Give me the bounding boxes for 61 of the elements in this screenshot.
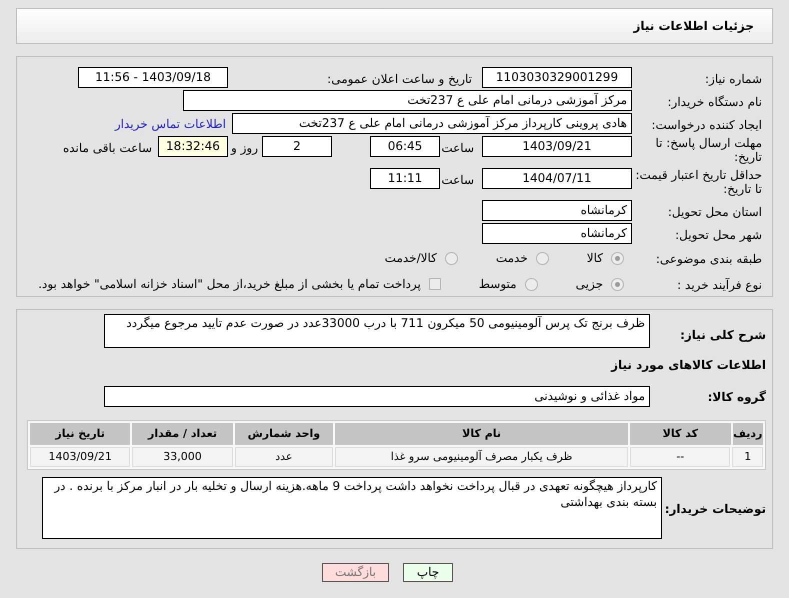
field-label: حداقل تاریخ اعتبار قیمت: تا تاریخ: xyxy=(635,168,762,196)
remaining-time-field: 18:32:46 xyxy=(158,136,228,157)
buyer-org-field: مرکز آموزشی درمانی امام علی ع 237تخت xyxy=(183,90,632,111)
deadline-time-field: 06:45 xyxy=(370,136,440,157)
field-label: گروه کالا: xyxy=(708,390,766,404)
table-cell: -- xyxy=(630,447,730,467)
print-button[interactable]: چاپ xyxy=(403,563,453,582)
buyer-notes-textarea[interactable]: کارپرداز هیچگونه تعهدی در قبال پرداخت نخواهد داشت پرداخت 9 ماهه.هزینه ارسال و تخلیه بار در انبار مرکز با برنده . در بسته بندی بهداشتی xyxy=(42,477,662,539)
field-label: جزیی xyxy=(576,276,603,293)
column-header: کد کالا xyxy=(630,423,730,445)
validity-time-field: 11:11 xyxy=(370,168,440,189)
description-textarea[interactable]: ظرف برنج تک پرس آلومینیومی 50 میکرون 711 با درب 33000عدد در صورت عدم تایید مرجوع میگردد xyxy=(104,314,650,348)
checkbox[interactable] xyxy=(428,278,441,290)
validity-date-field: 1404/07/11 xyxy=(482,168,632,189)
radio-button[interactable] xyxy=(524,278,538,290)
city-field: کرمانشاه xyxy=(482,223,632,244)
contact-link[interactable]: اطلاعات تماس خریدار xyxy=(114,114,226,132)
table-cell: 1403/09/21 xyxy=(30,447,130,467)
field-label: طبقه بندی موضوعی: xyxy=(656,252,762,266)
field-label: مهلت ارسال پاسخ: تا تاریخ: xyxy=(655,136,762,164)
page-title: جزئیات اطلاعات نیاز xyxy=(633,18,754,35)
requester-field: هادی پروینی کارپرداز مرکز آموزشی درمانی امام علی ع 237تخت xyxy=(232,113,632,134)
province-field: کرمانشاه xyxy=(482,200,632,221)
section-heading: اطلاعات کالاهای مورد نیاز xyxy=(611,357,766,374)
deadline-date-field: 1403/09/21 xyxy=(482,136,632,157)
radio-button[interactable] xyxy=(611,278,624,290)
field-label: پرداخت تمام یا بخشی از مبلغ خرید،از محل "اسناد خزانه اسلامی" خواهد بود. xyxy=(38,276,421,293)
field-label: شماره نیاز: xyxy=(705,72,762,86)
field-label: شرح کلی نیاز: xyxy=(680,328,766,342)
goods-group-field: مواد غذائی و نوشیدنی xyxy=(104,386,650,406)
radio-button[interactable] xyxy=(444,252,458,264)
field-label: تاریخ و ساعت اعلان عمومی: xyxy=(327,72,472,86)
column-header: تاریخ نیاز xyxy=(30,423,130,445)
field-label: شهر محل تحویل: xyxy=(675,228,762,242)
table-cell: عدد xyxy=(234,447,334,467)
back-button[interactable]: بازگشت xyxy=(322,563,389,582)
field-label: ساعت xyxy=(441,173,474,187)
table-cell: 33,000 xyxy=(132,447,233,467)
field-label: ساعت xyxy=(441,141,474,155)
field-label: ساعت باقی مانده xyxy=(62,141,152,155)
days-field: 2 xyxy=(262,136,332,157)
field-label: متوسط xyxy=(478,276,517,293)
announce-date-field: 1403/09/18 - 11:56 xyxy=(78,67,228,88)
field-label: استان محل تحویل: xyxy=(668,204,762,218)
need-number-field: 1103030329001299 xyxy=(482,67,632,88)
field-label: روز و xyxy=(231,141,258,155)
field-label: نوع فرآیند خرید : xyxy=(677,278,762,292)
field-label: ایجاد کننده درخواست: xyxy=(651,118,762,132)
column-header: واحد شمارش xyxy=(234,423,334,445)
radio-button[interactable] xyxy=(536,252,549,264)
column-header: نام کالا xyxy=(335,423,628,445)
column-header: تعداد / مقدار xyxy=(132,423,233,445)
table-cell: ظرف یکبار مصرف آلومینیومی سرو غذا xyxy=(335,447,628,467)
field-label: نام دستگاه خریدار: xyxy=(668,94,762,108)
radio-button[interactable] xyxy=(611,252,624,264)
field-label: کالا/خدمت xyxy=(384,250,437,267)
field-label: کالا xyxy=(586,250,603,267)
table-cell: 1 xyxy=(732,447,763,467)
field-label: توضیحات خریدار: xyxy=(664,502,766,516)
field-label: خدمت xyxy=(496,250,528,267)
column-header: ردیف xyxy=(732,423,763,445)
